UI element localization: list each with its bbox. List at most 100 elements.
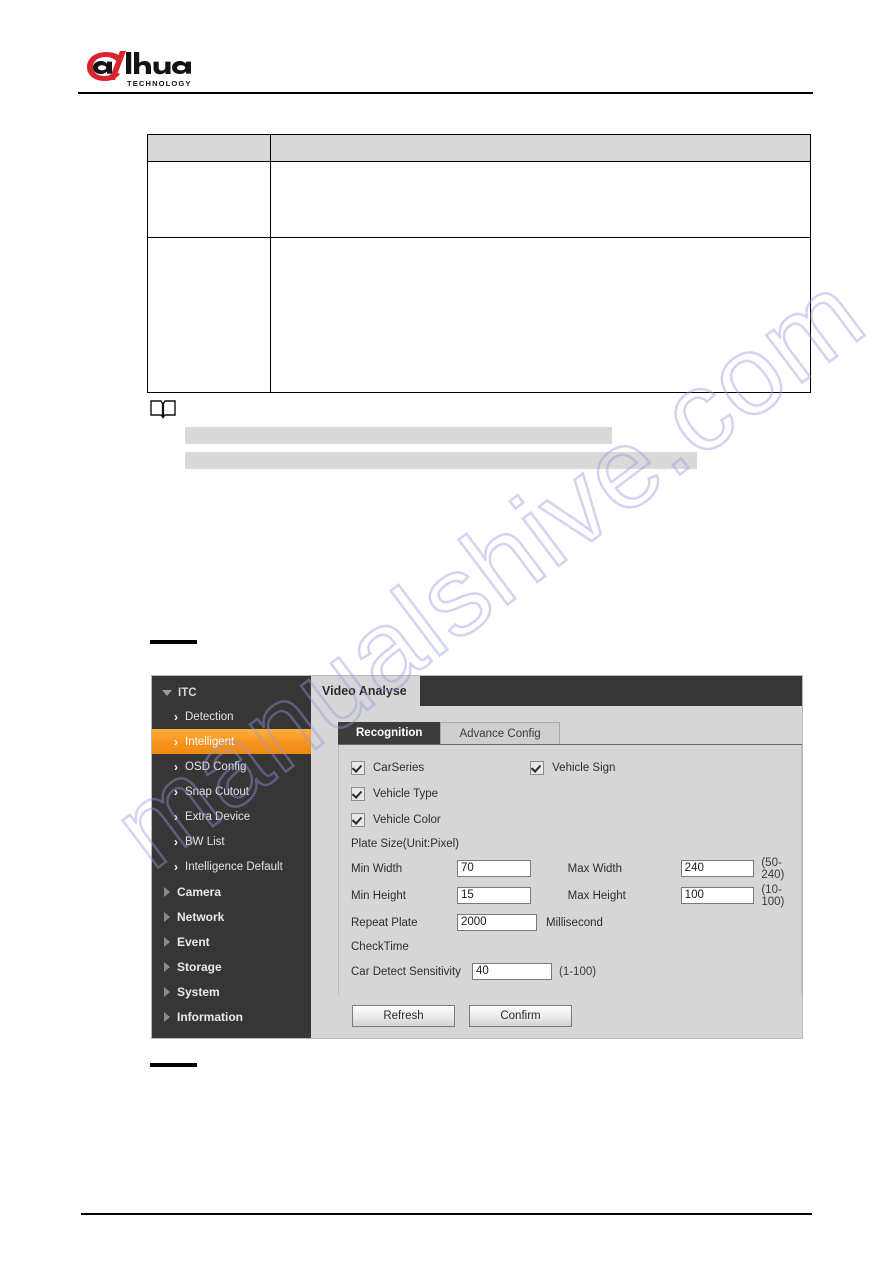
label-car-detect-sensitivity: Car Detect Sensitivity (351, 965, 461, 978)
triangle-right-icon (164, 986, 170, 997)
sidebar-item-detection[interactable]: › Detection (152, 704, 311, 729)
field-row-width: Min Width 70 Max Width 240 (50-240) (339, 855, 801, 882)
dahua-logo: TECHNOLOGY (86, 48, 194, 90)
checkbox-vehicle-sign[interactable] (530, 761, 545, 775)
label-max-width: Max Width (567, 862, 622, 875)
sidebar-item-bw-list[interactable]: › BW List (152, 829, 311, 854)
input-max-height[interactable]: 100 (680, 887, 755, 904)
sidebar: ITC › Detection › Intelligent › OSD Conf… (152, 676, 311, 1038)
sidebar-item-osd-config[interactable]: › OSD Config (152, 754, 311, 779)
table-cell-name (147, 237, 271, 393)
refresh-button[interactable]: Refresh (352, 1005, 455, 1027)
chevron-right-icon: › (174, 834, 178, 849)
input-min-width[interactable]: 70 (457, 860, 531, 877)
input-min-height[interactable]: 15 (457, 887, 531, 904)
triangle-right-icon (164, 911, 170, 922)
table-row (147, 161, 811, 238)
table-header-row (147, 134, 811, 162)
sidebar-group-label: Event (177, 934, 210, 949)
label-max-height: Max Height (567, 889, 626, 902)
label-repeat-plate: Repeat Plate (351, 916, 418, 929)
checkbox-vehicle-type[interactable] (351, 787, 365, 801)
table-cell-desc (270, 161, 811, 238)
checkbox-label-vehicle-sign: Vehicle Sign (552, 762, 616, 774)
table-row (147, 237, 811, 393)
note-book-icon (150, 399, 176, 419)
sidebar-item-label: BW List (185, 835, 225, 848)
table-header-cell-name (147, 134, 271, 162)
input-car-detect-sensitivity[interactable]: 40 (472, 963, 552, 980)
checkbox-row-vehicle-sign: Vehicle Sign (530, 761, 615, 775)
chevron-right-icon: › (174, 734, 178, 749)
sidebar-item-intelligent[interactable]: › Intelligent (152, 729, 311, 754)
sidebar-group-system[interactable]: System (152, 979, 311, 1004)
sidebar-item-snap-cutout[interactable]: › Snap Cutout (152, 779, 311, 804)
content-pane: Video Analyse Recognition Advance Config… (311, 676, 802, 1038)
checkbox-row-carseries: CarSeries Vehicle Sign (339, 755, 801, 781)
sidebar-item-extra-device[interactable]: › Extra Device (152, 804, 311, 829)
checkbox-label-carseries: CarSeries (373, 762, 425, 774)
field-row-repeat-plate: Repeat Plate 2000 Millisecond (339, 909, 801, 936)
sidebar-group-event[interactable]: Event (152, 929, 311, 954)
hint-max-height: (10-100) (761, 883, 785, 908)
table-cell-desc (270, 237, 811, 393)
confirm-button[interactable]: Confirm (469, 1005, 572, 1027)
sidebar-group-label: System (177, 984, 220, 999)
input-max-width[interactable]: 240 (680, 860, 755, 877)
header-divider (78, 92, 813, 94)
label-checktime: CheckTime (351, 941, 409, 953)
sidebar-group-label: Camera (177, 884, 222, 899)
redacted-caption-bar (150, 640, 197, 644)
checkbox-label-vehicle-type: Vehicle Type (373, 788, 439, 800)
sidebar-item-label: Intelligent (185, 735, 235, 748)
label-min-width: Min Width (351, 862, 403, 875)
triangle-right-icon (164, 936, 170, 947)
unit-millisecond: Millisecond (546, 916, 603, 929)
hint-car-detect-sensitivity: (1-100) (559, 965, 597, 978)
sidebar-item-label: Detection (185, 710, 234, 723)
recognition-form: CarSeries Vehicle Sign Vehicle Type Vehi… (338, 745, 802, 995)
tab-advance-config[interactable]: Advance Config (440, 722, 560, 744)
page-title: Video Analyse (311, 676, 420, 706)
field-row-car-detect-sensitivity: Car Detect Sensitivity 40 (1-100) (339, 958, 801, 985)
sidebar-group-information[interactable]: Information (152, 1004, 311, 1029)
device-web-ui-screenshot: ITC › Detection › Intelligent › OSD Conf… (152, 676, 802, 1038)
redacted-caption-bar (150, 1063, 197, 1067)
sidebar-item-intelligence-default[interactable]: › Intelligence Default (152, 854, 311, 879)
logo-subtitle: TECHNOLOGY (127, 79, 192, 88)
field-row-height: Min Height 15 Max Height 100 (10-100) (339, 882, 801, 909)
sidebar-group-label: Storage (177, 959, 222, 974)
sidebar-group-camera[interactable]: Camera (152, 879, 311, 904)
sidebar-group-storage[interactable]: Storage (152, 954, 311, 979)
sidebar-group-network[interactable]: Network (152, 904, 311, 929)
chevron-right-icon: › (174, 809, 178, 824)
spec-table (147, 134, 811, 393)
tab-strip: Recognition Advance Config (338, 722, 802, 745)
redacted-text-bar (185, 452, 697, 469)
chevron-right-icon: › (174, 709, 178, 724)
sidebar-item-label: Extra Device (185, 810, 251, 823)
checkbox-row-vehicle-color: Vehicle Color (339, 807, 801, 833)
hint-max-width: (50-240) (761, 856, 785, 881)
sidebar-root-label: ITC (178, 687, 197, 699)
table-cell-name (147, 161, 271, 238)
checkbox-label-vehicle-color: Vehicle Color (373, 814, 441, 826)
footer-divider (81, 1213, 812, 1215)
chevron-right-icon: › (174, 859, 178, 874)
checkbox-row-vehicle-type: Vehicle Type (339, 781, 801, 807)
label-min-height: Min Height (351, 889, 406, 902)
sidebar-group-label: Network (177, 909, 225, 924)
sidebar-item-label: Intelligence Default (185, 860, 283, 873)
tab-recognition[interactable]: Recognition (338, 722, 441, 744)
button-bar: Refresh Confirm (338, 995, 802, 1038)
checkbox-carseries[interactable] (351, 761, 365, 775)
triangle-right-icon (164, 1011, 170, 1022)
input-repeat-plate-checktime[interactable]: 2000 (457, 914, 537, 931)
sidebar-root-itc[interactable]: ITC (152, 682, 311, 704)
triangle-right-icon (164, 886, 170, 897)
pane-header: Video Analyse (311, 676, 802, 706)
table-header-cell-desc (270, 134, 811, 162)
checkbox-vehicle-color[interactable] (351, 813, 365, 827)
sidebar-item-label: OSD Config (185, 760, 247, 773)
plate-size-section-label: Plate Size(Unit:Pixel) (351, 838, 460, 850)
